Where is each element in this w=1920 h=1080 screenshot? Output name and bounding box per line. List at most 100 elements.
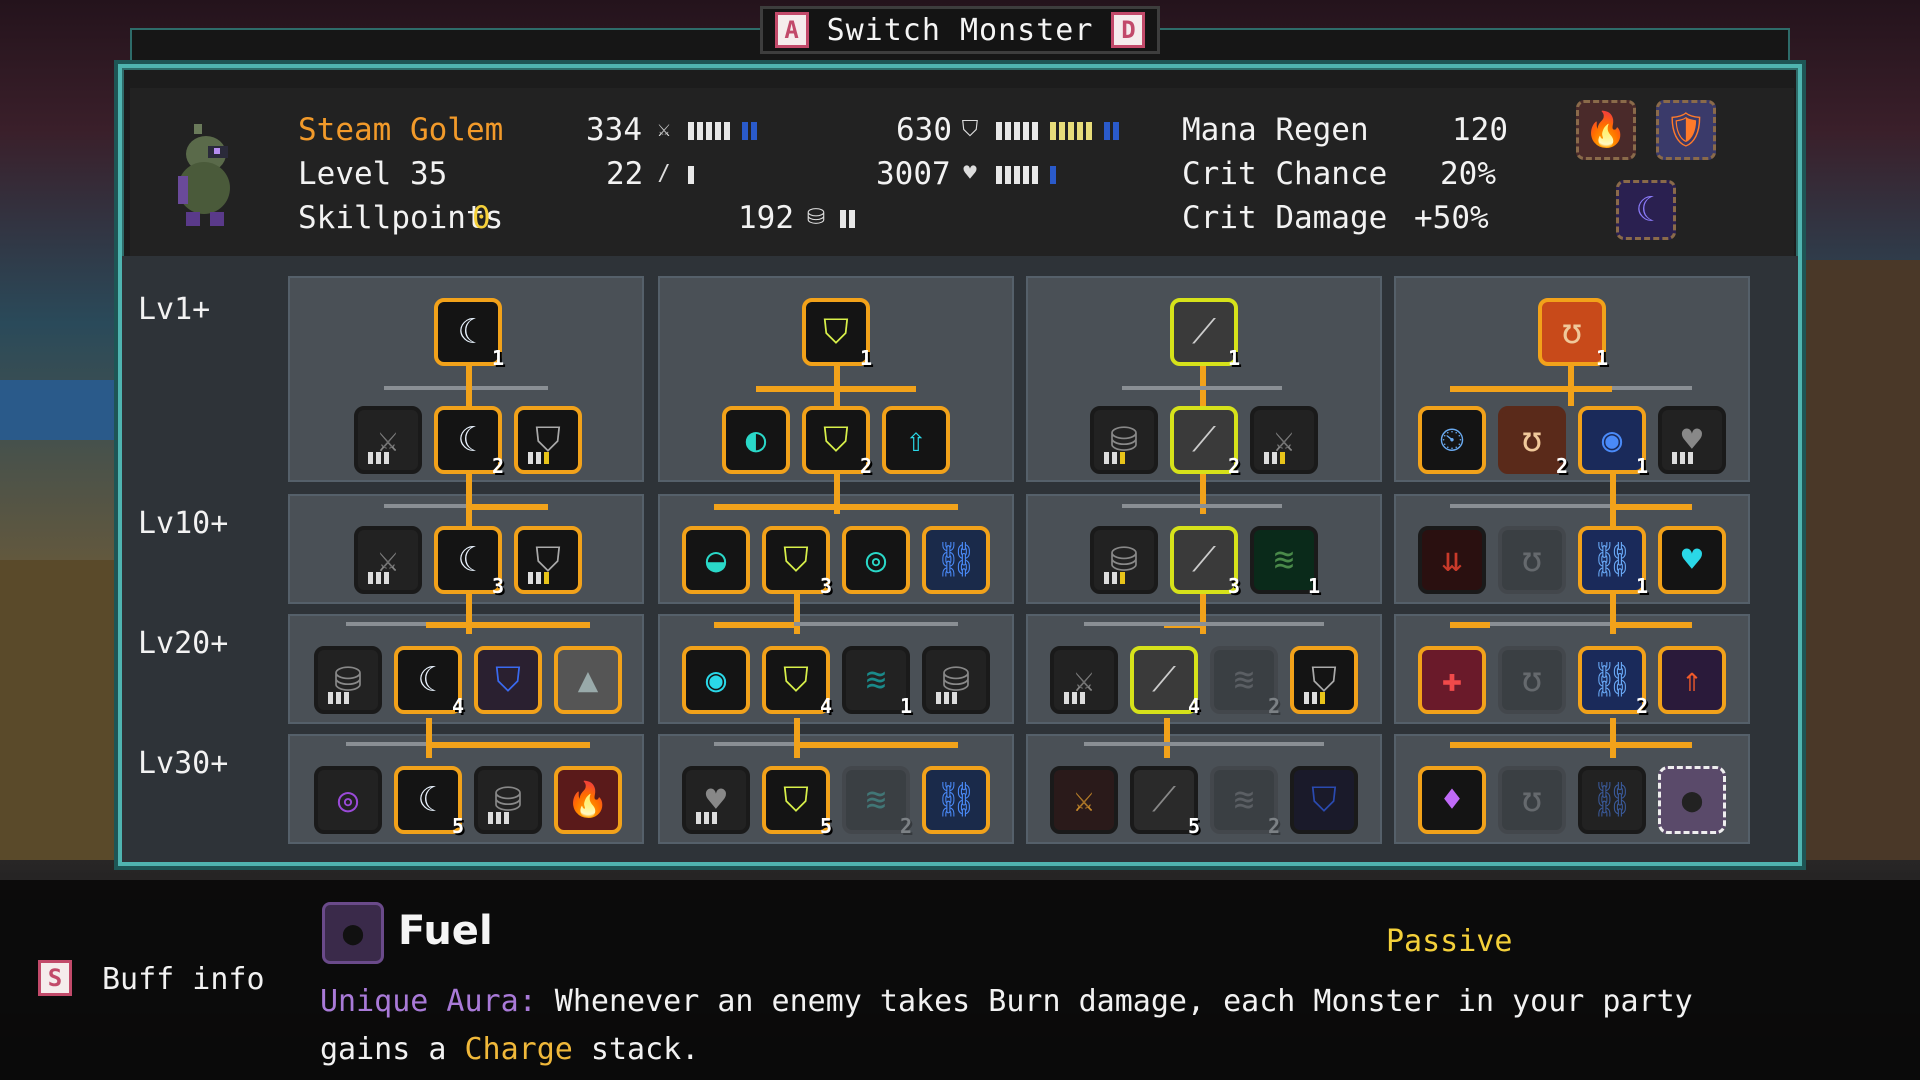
skill-cyan-orb-sword[interactable]: ◐ (722, 406, 790, 474)
skill-health-passive[interactable]: ♥ (682, 766, 750, 834)
skill-fire[interactable]: 🔥 (554, 766, 622, 834)
skill-water-shield[interactable]: ⛉ (1290, 766, 1358, 834)
skill-blue-chain[interactable]: ⛓ (922, 766, 990, 834)
skill-heart-shield[interactable]: ♥ (1658, 526, 1726, 594)
skill-steam-timer[interactable]: ⏲ (1418, 406, 1486, 474)
tree-branch (466, 474, 472, 530)
fuel-skill-icon: ● (322, 902, 384, 964)
skill-blue-ring[interactable]: ◉ 1 (1578, 406, 1648, 478)
skill-fire-heal[interactable]: ✚ (1418, 646, 1486, 714)
skill-cyan-wave-locked[interactable]: ≋ 2 (842, 766, 912, 838)
skill-red-down[interactable]: ⇊ (1418, 526, 1486, 594)
shield-value: 192 (738, 200, 794, 236)
aura-prefix: Unique Aura: (320, 984, 537, 1019)
skill-ear-locked[interactable]: ʊ (1498, 766, 1566, 834)
skill-moon-scroll[interactable]: ☾ 3 (434, 526, 504, 598)
skill-level-count: 3 (1227, 574, 1240, 598)
mana-regen-value: 120 (1452, 112, 1508, 148)
skill-moon-scroll[interactable]: ☾ 2 (434, 406, 504, 478)
skill-green-shield[interactable]: ⛉ 2 (802, 406, 872, 478)
skill-level-count: 1 (491, 346, 504, 370)
skill-steel-slash[interactable]: ⟋ 1 (1170, 298, 1240, 370)
skill-gold-attack[interactable]: ⚔ (1050, 766, 1118, 834)
skill-level-count: 1 (1307, 574, 1320, 598)
skill-green-shield[interactable]: ⛉ 1 (802, 298, 872, 370)
skill-cyan-ring-shield[interactable]: ◎ (842, 526, 910, 594)
skill-moon-scroll[interactable]: ☾ 5 (394, 766, 464, 838)
skill-ear[interactable]: ʊ1 (1538, 298, 1608, 370)
skill-blue-chain-locked[interactable]: ⛓ (1578, 766, 1646, 834)
fire-shield-buff-icon[interactable]: 🛡 (1656, 100, 1716, 160)
moon-buff-icon[interactable]: ☾ (1616, 180, 1676, 240)
skill-cyan-dash[interactable]: ◒ (682, 526, 750, 594)
skill-ear-locked[interactable]: ʊ (1498, 526, 1566, 594)
skill-cyan-ring[interactable]: ◉ (682, 646, 750, 714)
skill-shield-passive[interactable]: ⛁ (1090, 406, 1158, 474)
skill-steel-slash-locked[interactable]: ⟋ 5 (1130, 766, 1200, 838)
skill-blue-chain[interactable]: ⛓ 1 (1578, 526, 1648, 598)
skill-steel-slash[interactable]: ⟋ 2 (1170, 406, 1240, 478)
key-s-button[interactable]: S (38, 960, 72, 996)
tree-branch (1084, 622, 1324, 626)
skill-shield-passive[interactable]: ⛁ (314, 646, 382, 714)
skill-level-count: 4 (1187, 694, 1200, 718)
skillpoints-value: 0 (472, 200, 491, 236)
tree-branch (714, 622, 794, 628)
fire-up-buff-icon[interactable]: 🔥 (1576, 100, 1636, 160)
tree-branch (794, 594, 800, 634)
tree-branch (426, 622, 590, 628)
skill-level-count: 1 (859, 346, 872, 370)
skill-fire-up[interactable]: ⇑ (1658, 646, 1726, 714)
skill-blue-chain[interactable]: ⛓ (922, 526, 990, 594)
skill-ear-locked[interactable]: ʊ (1498, 646, 1566, 714)
skill-attack-passive[interactable]: ⚔ (354, 526, 422, 594)
skill-blue-chain[interactable]: ⛓ 2 (1578, 646, 1648, 718)
skill-moon-scroll[interactable]: ☾ 4 (394, 646, 464, 718)
skill-water-shield[interactable]: ⛉ (474, 646, 542, 714)
tree-branch (1200, 474, 1206, 514)
shield-bars (840, 210, 855, 228)
skill-steel-slash[interactable]: ⟋ 3 (1170, 526, 1240, 598)
skill-moon-scroll[interactable]: ☾ 1 (434, 298, 504, 370)
tree-branch (1084, 742, 1324, 746)
charge-keyword: Charge (464, 1032, 573, 1067)
skill-level-count: 5 (819, 814, 832, 838)
key-a-button[interactable]: A (774, 12, 809, 48)
skill-green-wave[interactable]: ≋ 1 (1250, 526, 1320, 598)
monster-level: Level 35 (298, 156, 448, 192)
skill-wave-locked[interactable]: ≋ 2 (1210, 766, 1280, 838)
skill-shield-passive[interactable]: ⛁ (1090, 526, 1158, 594)
skill-green-shield[interactable]: ⛉ 4 (762, 646, 832, 718)
health-value: 3007 (876, 156, 951, 192)
tree-branch (1450, 504, 1610, 508)
skill-level-count: 4 (819, 694, 832, 718)
skill-defense-passive[interactable]: ⛉ (514, 526, 582, 594)
tree-branch (1164, 718, 1170, 758)
skill-green-shield[interactable]: ⛉ 5 (762, 766, 832, 838)
level-label-1: Lv1+ (138, 292, 211, 327)
skill-attack-passive[interactable]: ⚔ (1050, 646, 1118, 714)
skill-green-shield[interactable]: ⛉ 3 (762, 526, 832, 598)
skill-shield-passive[interactable]: ⛁ (474, 766, 542, 834)
skill-steel-slash[interactable]: ⟋ 4 (1130, 646, 1200, 718)
skill-stone[interactable]: ▲ (554, 646, 622, 714)
skill-purple-aura[interactable]: ◎ (314, 766, 382, 834)
background-cliff-left (0, 560, 120, 860)
key-d-button[interactable]: D (1111, 12, 1146, 48)
skill-cyan-wave[interactable]: ≋ 1 (842, 646, 912, 718)
skill-level-count: 1 (1635, 454, 1648, 478)
skill-level-count: 1 (1595, 346, 1608, 370)
skill-wave-locked[interactable]: ≋ 2 (1210, 646, 1280, 718)
skill-defense-passive[interactable]: ⛉ (1290, 646, 1358, 714)
crit-chance-label: Crit Chance (1182, 156, 1388, 192)
skill-arrow-up[interactable]: ⇧ (882, 406, 950, 474)
skill-health-passive[interactable]: ♥ (1658, 406, 1726, 474)
skill-fuel-selected[interactable]: ● (1658, 766, 1726, 834)
tree-branch (384, 504, 466, 508)
skill-attack-passive[interactable]: ⚔ (1250, 406, 1318, 474)
skill-attack-passive[interactable]: ⚔ (354, 406, 422, 474)
skill-defense-passive[interactable]: ⛉ (514, 406, 582, 474)
skill-shield-passive[interactable]: ⛁ (922, 646, 990, 714)
skill-purple-flame[interactable]: ♦ (1418, 766, 1486, 834)
skill-ear[interactable]: ʊ2 (1498, 406, 1568, 478)
